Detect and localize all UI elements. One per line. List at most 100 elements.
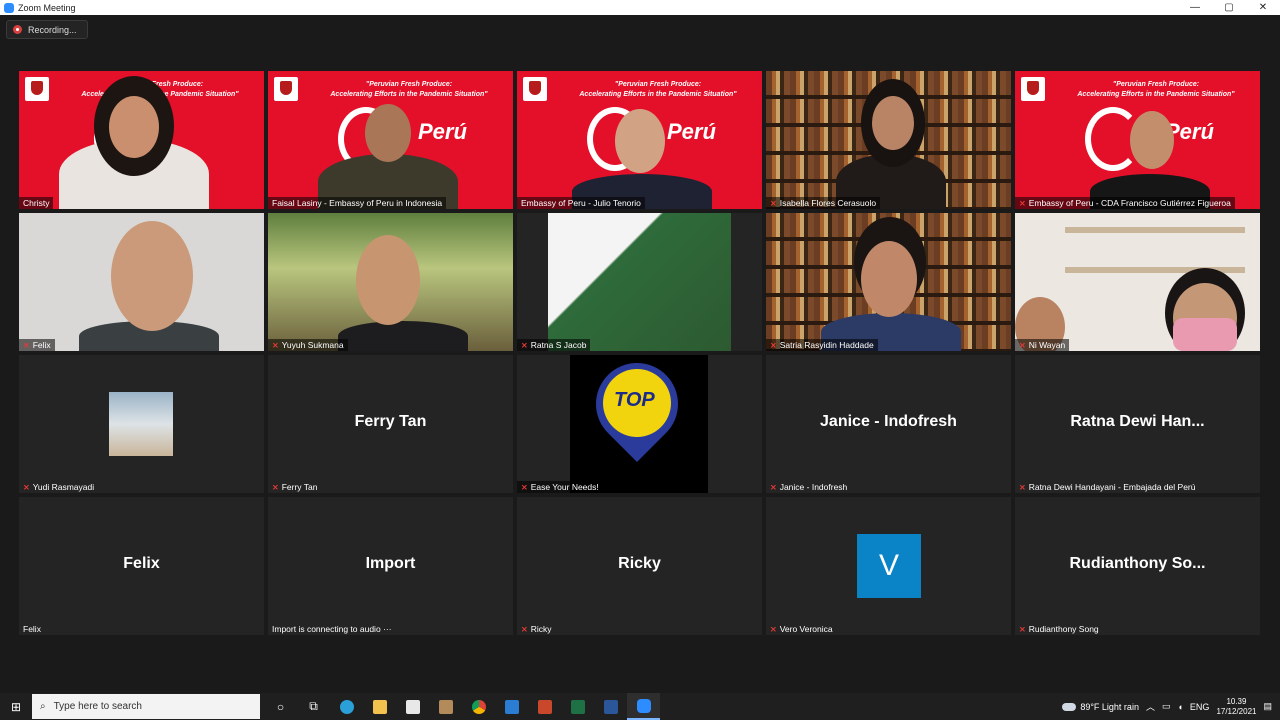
banner-text: "Peruvian Fresh Produce:Accelerating Eff… [579,81,737,98]
search-icon: ⌕ [40,701,46,712]
muted-mic-icon: ⨯ [1019,624,1026,634]
participant-name: ⨯ Ni Wayan [1015,339,1070,351]
participant-display-name: Ricky [618,555,661,572]
close-button[interactable]: ✕ [1246,0,1280,15]
muted-mic-icon: ⨯ [770,198,777,208]
muted-mic-icon: ⨯ [770,624,777,634]
participant-name: Embassy of Peru - Julio Tenorio [517,197,645,209]
participant-display-name: Janice - Indofresh [820,413,957,430]
face-mask [1173,318,1237,351]
muted-mic-icon: ⨯ [1019,482,1026,492]
muted-mic-icon: ⨯ [23,340,30,350]
video-tile[interactable]: Ferry Tan ⨯ Ferry Tan [268,355,513,493]
logo-text: TOP [614,389,655,411]
participant-name: ⨯ Janice - Indofresh [770,482,848,492]
windows-start-icon[interactable]: ⊞ [0,693,32,720]
participant-name: Felix [23,624,41,634]
store-icon[interactable] [396,693,429,720]
video-tile[interactable]: Janice - Indofresh ⨯ Janice - Indofresh [766,355,1011,493]
participant-name: ⨯ Ferry Tan [272,482,318,492]
video-tile[interactable]: ⨯ Felix [19,213,264,351]
video-tile[interactable]: ⨯ Ni Wayan [1015,213,1260,351]
muted-mic-icon: ⨯ [272,340,279,350]
crest-icon [523,77,547,101]
muted-mic-icon: ⨯ [770,482,777,492]
participant-display-name: Rudianthony So... [1069,555,1206,572]
video-tile[interactable]: Felix Felix [19,497,264,635]
video-tile[interactable]: Ricky ⨯ Ricky [517,497,762,635]
video-tile[interactable]: Import Import is connecting to audio ··· [268,497,513,635]
task-view-icon[interactable]: ⧉ [297,693,330,720]
weather-widget[interactable]: 89°F Light rain [1062,702,1139,712]
language-indicator[interactable]: ENG [1190,702,1210,712]
cortana-icon[interactable]: ○ [264,693,297,720]
file-explorer-icon[interactable] [363,693,396,720]
zoom-taskbar-icon[interactable] [627,693,660,720]
video-tile[interactable]: ⨯ Satria Rasyidin Haddade [766,213,1011,351]
search-placeholder: Type here to search [53,701,142,712]
video-tile-active-speaker[interactable]: "Peruvian Fresh Produce: Accelerating Eff… [268,71,513,209]
shelf [1065,227,1245,233]
window-titlebar: Zoom Meeting — ▢ ✕ [0,0,1280,15]
banner-text: "Peruvian Fresh Produce:Accelerating Eff… [1077,81,1235,98]
crest-icon [25,77,49,101]
video-tile[interactable]: ⨯ Isabella Flores Cerasuolo [766,71,1011,209]
participant-display-name: Ferry Tan [354,413,427,430]
top-logo-image: TOP [570,355,708,493]
meeting-area: Recording... "Peruvian Fresh Produce:Acc… [0,15,1280,693]
word-icon[interactable] [594,693,627,720]
video-tile[interactable]: ⨯ Yuyuh Sukmana [268,213,513,351]
participant-face [861,241,917,317]
participant-face [365,104,411,162]
participant-name: Christy [19,197,54,209]
video-tile[interactable]: TOP ⨯ Ease Your Needs! [517,355,762,493]
peru-brand-text: Perú [667,119,716,144]
participant-face [109,96,159,158]
camera-feed [548,213,731,351]
video-tile[interactable]: "Peruvian Fresh Produce:Accelerating Eff… [19,71,264,209]
recording-indicator[interactable]: Recording... [6,20,88,39]
chrome-icon[interactable] [462,693,495,720]
participant-name: ⨯ Yuyuh Sukmana [268,339,348,351]
video-tile[interactable]: ⨯ Yudi Rasmayadi [19,355,264,493]
edge-icon[interactable] [330,693,363,720]
crest-icon [274,77,298,101]
windows-taskbar: ⊞ ⌕ Type here to search ○ ⧉ 89°F Light r… [0,693,1280,720]
recording-label: Recording... [28,24,77,35]
weather-text: 89°F Light rain [1080,701,1139,712]
peru-brand-text: Perú [418,119,467,144]
participant-face [1130,111,1174,169]
powerpoint-icon[interactable] [528,693,561,720]
zoom-app-icon [4,2,14,13]
chevron-up-icon[interactable]: ︿ [1146,700,1155,713]
muted-mic-icon: ⨯ [521,624,528,634]
minimize-button[interactable]: — [1178,0,1212,15]
video-tile[interactable]: ⨯ Ratna S Jacob [517,213,762,351]
video-tile[interactable]: V ⨯ Vero Veronica [766,497,1011,635]
clock[interactable]: 10.39 17/12/2021 [1216,697,1256,717]
window-title: Zoom Meeting [18,2,76,13]
excel-icon[interactable] [561,693,594,720]
participant-name: Import is connecting to audio ··· [272,624,392,634]
media-player-icon[interactable] [429,693,462,720]
video-tile[interactable]: Ratna Dewi Han... ⨯ Ratna Dewi Handayani … [1015,355,1260,493]
participant-face [111,221,193,331]
recording-icon [13,25,22,34]
participant-display-name: Import [365,555,416,572]
window-controls: — ▢ ✕ [1178,0,1280,15]
participant-name: ⨯ Vero Veronica [770,624,833,634]
mail-icon[interactable] [495,693,528,720]
video-tile[interactable]: Rudianthony So... ⨯ Rudianthony Song [1015,497,1260,635]
maximize-button[interactable]: ▢ [1212,0,1246,15]
search-input[interactable]: ⌕ Type here to search [32,694,260,719]
system-tray: 89°F Light rain ︿ ▭ ◖ ENG 10.39 17/12/20… [1062,693,1280,720]
video-tile[interactable]: "Peruvian Fresh Produce:Accelerating Eff… [517,71,762,209]
volume-icon[interactable]: ◖ [1177,702,1182,712]
video-grid: "Peruvian Fresh Produce:Accelerating Eff… [19,71,1262,636]
video-tile[interactable]: "Peruvian Fresh Produce:Accelerating Eff… [1015,71,1260,209]
muted-mic-icon: ⨯ [1019,340,1026,350]
participant-face [356,235,420,325]
network-icon[interactable]: ▭ [1162,701,1171,712]
muted-mic-icon: ⨯ [272,482,279,492]
notifications-icon[interactable]: ▤ [1263,701,1272,712]
